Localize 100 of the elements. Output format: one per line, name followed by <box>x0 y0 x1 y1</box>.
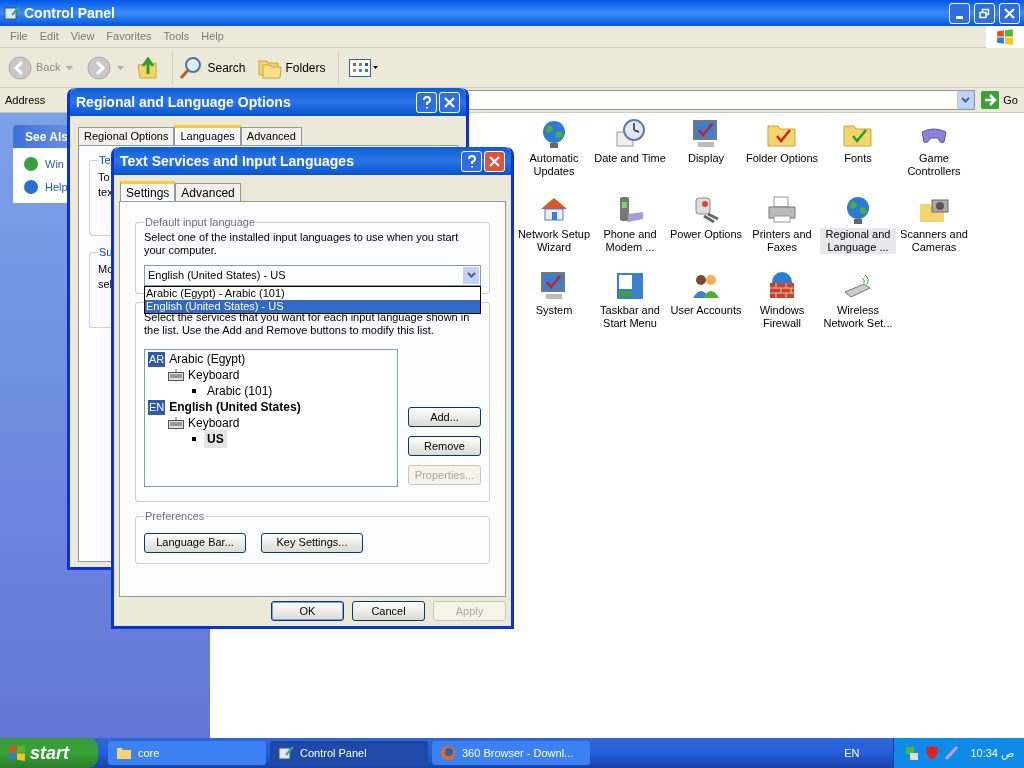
applet-item[interactable]: Fonts <box>820 117 896 192</box>
views-icon <box>348 58 371 77</box>
dialog-tab[interactable]: Regional Options <box>78 127 175 145</box>
applet-item[interactable]: Automatic Updates <box>516 117 592 192</box>
dialog-tab[interactable]: Advanced <box>175 183 241 201</box>
language-indicator[interactable]: EN <box>844 744 860 762</box>
applet-item[interactable]: Printers and Faxes <box>744 193 820 268</box>
service-name[interactable]: Keyboard <box>188 414 240 432</box>
chevron-down-icon <box>961 97 971 103</box>
applet-item[interactable]: Power Options <box>668 193 744 268</box>
applet-item[interactable]: Wireless Network Set... <box>820 269 896 344</box>
menu-item[interactable]: Edit <box>33 28 65 45</box>
search-button[interactable]: Search <box>172 51 246 84</box>
dialog-button[interactable]: Add... <box>408 407 481 427</box>
help-button[interactable] <box>416 91 437 113</box>
dialog-tab[interactable]: Languages <box>174 125 241 145</box>
group-label: Preferences <box>144 509 206 524</box>
applet-item[interactable]: Date and Time <box>592 117 668 192</box>
dialog-tab[interactable]: Settings <box>120 181 176 201</box>
dropdown-button[interactable] <box>957 91 975 109</box>
taskbar-button[interactable]: 360 Browser - Downl... <box>432 741 590 765</box>
dropdown-option[interactable]: Arabic (Egypt) - Arabic (101) <box>145 286 480 300</box>
applet-label: Taskbar and Start Menu <box>599 304 661 330</box>
applet-label: Wireless Network Set... <box>822 304 894 330</box>
help-button[interactable] <box>461 150 482 172</box>
dialog-button[interactable]: OK <box>271 601 344 621</box>
close-button[interactable] <box>484 150 505 172</box>
chevron-down-icon <box>466 272 476 278</box>
applet-label: Printers and Faxes <box>751 228 813 254</box>
search-icon <box>179 55 204 80</box>
control-panel-icon <box>278 745 294 761</box>
applet-label: Display <box>686 152 726 165</box>
layout-name[interactable]: US <box>204 430 227 448</box>
layout-name[interactable]: Arabic (101) <box>204 382 276 400</box>
group-label: Te <box>98 153 112 168</box>
bullet-icon <box>192 437 196 441</box>
see-also-link[interactable]: Help <box>45 178 68 195</box>
language-name[interactable]: Arabic (Egypt) <box>169 350 246 368</box>
applet-item[interactable]: Scanners and Cameras <box>896 193 972 268</box>
taskbar-button[interactable]: Control Panel <box>270 741 428 765</box>
browser-icon <box>440 745 456 761</box>
dialog-title: Regional and Language Options <box>76 92 292 112</box>
tray-network-icon[interactable] <box>904 745 921 761</box>
applet-item[interactable]: Folder Options <box>744 117 820 192</box>
views-button[interactable] <box>337 51 378 84</box>
language-badge: AR <box>148 351 166 367</box>
applet-label: Fonts <box>843 152 873 165</box>
combo-value: English (United States) - US <box>148 267 287 283</box>
applet-item[interactable]: Display <box>668 117 744 192</box>
dialog-button[interactable]: Key Settings... <box>261 532 363 553</box>
menu-item[interactable]: View <box>64 28 101 45</box>
applet-item[interactable]: Regional and Language ... <box>820 193 896 268</box>
service-name[interactable]: Keyboard <box>188 366 240 384</box>
applet-label: Game Controllers <box>906 152 962 178</box>
applet-label: System <box>534 304 574 317</box>
minimize-button[interactable] <box>949 2 970 24</box>
caret-icon <box>372 66 378 69</box>
dropdown-option[interactable]: English (United States) - US <box>145 299 480 313</box>
keyboard-icon <box>168 417 184 429</box>
menu-item[interactable]: Help <box>195 28 230 45</box>
dialog-button[interactable]: Remove <box>408 436 481 456</box>
control-panel-icon <box>4 5 20 21</box>
applet-item[interactable]: User Accounts <box>668 269 744 344</box>
windows-flag-icon <box>996 27 1014 46</box>
taskbar-button[interactable]: core <box>108 741 266 765</box>
applet-item[interactable]: Game Controllers <box>896 117 972 192</box>
close-icon <box>489 155 500 167</box>
applet-item[interactable]: Phone and Modem ... <box>592 193 668 268</box>
applet-item[interactable]: Taskbar and Start Menu <box>592 269 668 344</box>
close-icon <box>444 96 455 108</box>
minimize-icon <box>956 15 963 19</box>
menu-item[interactable]: Favorites <box>100 28 158 45</box>
menu-item[interactable]: File <box>4 28 34 45</box>
dialog-button[interactable]: Language Bar... <box>144 532 246 553</box>
dropdown-button[interactable] <box>463 266 479 284</box>
menu-item[interactable]: Tools <box>157 28 196 45</box>
applet-item[interactable]: System <box>516 269 592 344</box>
folders-button[interactable]: Folders <box>257 56 326 79</box>
group-description: Select one of the installed input languages to use when you start your computer. <box>144 230 460 257</box>
clock: 10:34 ص <box>970 745 1014 762</box>
language-combo[interactable]: English (United States) - US <box>144 264 481 286</box>
applet-item[interactable]: Windows Firewall <box>744 269 820 344</box>
group-label: Default input language <box>144 215 257 230</box>
close-button[interactable] <box>439 91 460 113</box>
dialog-tab[interactable]: Advanced <box>240 127 302 145</box>
applet-label: Regional and Language ... <box>820 228 896 254</box>
language-name[interactable]: English (United States) <box>169 398 301 416</box>
applet-label: Network Setup Wizard <box>516 228 592 254</box>
see-also-link[interactable]: Win <box>45 156 64 173</box>
restore-icon <box>979 7 990 19</box>
applet-item[interactable]: Network Setup Wizard <box>516 193 592 268</box>
close-button[interactable] <box>999 2 1020 24</box>
restore-button[interactable] <box>974 2 995 24</box>
applet-label: Scanners and Cameras <box>899 228 969 254</box>
dialog-button[interactable]: Cancel <box>352 601 425 621</box>
see-also-title: See Als <box>25 128 68 146</box>
go-button[interactable]: Go <box>981 91 1018 109</box>
go-arrow-icon <box>981 91 1000 109</box>
window-icon <box>614 270 646 302</box>
dialog-title: Text Services and Input Languages <box>120 151 355 171</box>
